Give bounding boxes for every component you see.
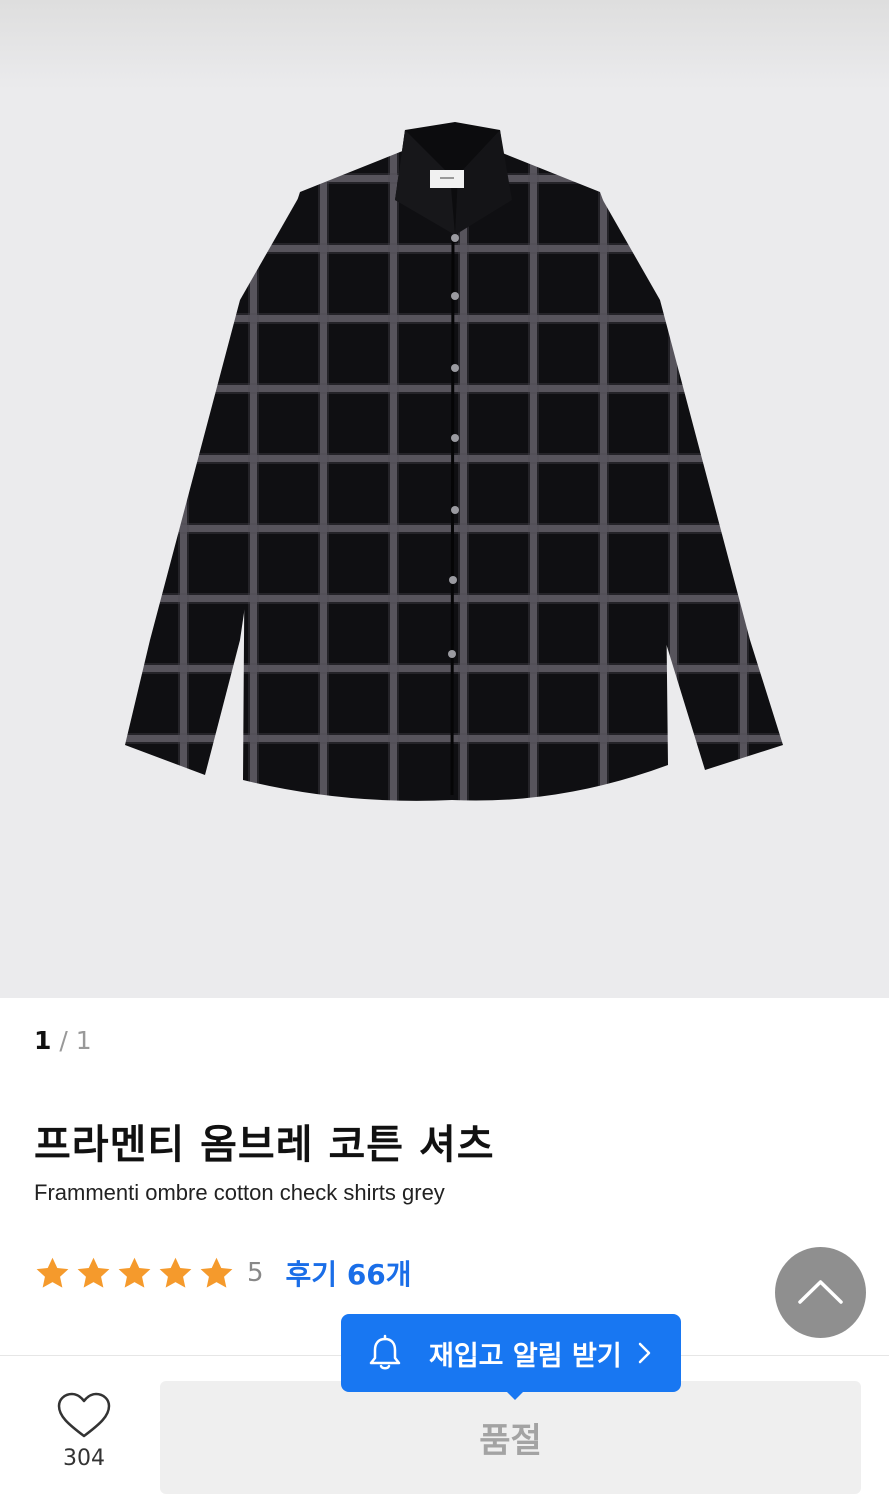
product-image-gallery[interactable]	[0, 0, 889, 998]
scroll-to-top-button[interactable]	[775, 1247, 866, 1338]
wishlist-count: 304	[63, 1446, 105, 1471]
rating-value: 5	[247, 1258, 264, 1288]
bell-icon	[369, 1334, 401, 1370]
image-counter: 1 / 1	[34, 1026, 92, 1055]
chevron-up-icon	[798, 1280, 843, 1304]
star-icon	[77, 1257, 110, 1288]
chevron-right-icon	[638, 1342, 650, 1364]
restock-alert-button[interactable]: 재입고 알림 받기	[341, 1314, 681, 1392]
restock-alert-label: 재입고 알림 받기	[429, 1340, 622, 1372]
review-count-link[interactable]: 후기 66개	[286, 1253, 412, 1293]
star-icon	[118, 1257, 151, 1288]
restock-tooltip: 재입고 알림 받기	[341, 1314, 681, 1400]
image-counter-current: 1	[34, 1026, 52, 1055]
star-rating	[34, 1255, 235, 1292]
tooltip-pointer	[505, 1390, 525, 1400]
product-title-korean: 프라멘티 옴브레 코튼 셔츠	[34, 1122, 495, 1168]
wishlist-button[interactable]: 304	[52, 1392, 116, 1488]
heart-icon	[57, 1392, 111, 1438]
rating-row: 5 후기 66개	[34, 1252, 412, 1294]
image-counter-separator: /	[51, 1026, 76, 1055]
star-icon	[36, 1257, 69, 1288]
product-title-english: Frammenti ombre cotton check shirts grey	[34, 1180, 445, 1205]
product-image	[125, 122, 783, 801]
star-icon	[200, 1257, 233, 1288]
image-counter-total: 1	[75, 1026, 92, 1055]
star-icon	[159, 1257, 192, 1288]
